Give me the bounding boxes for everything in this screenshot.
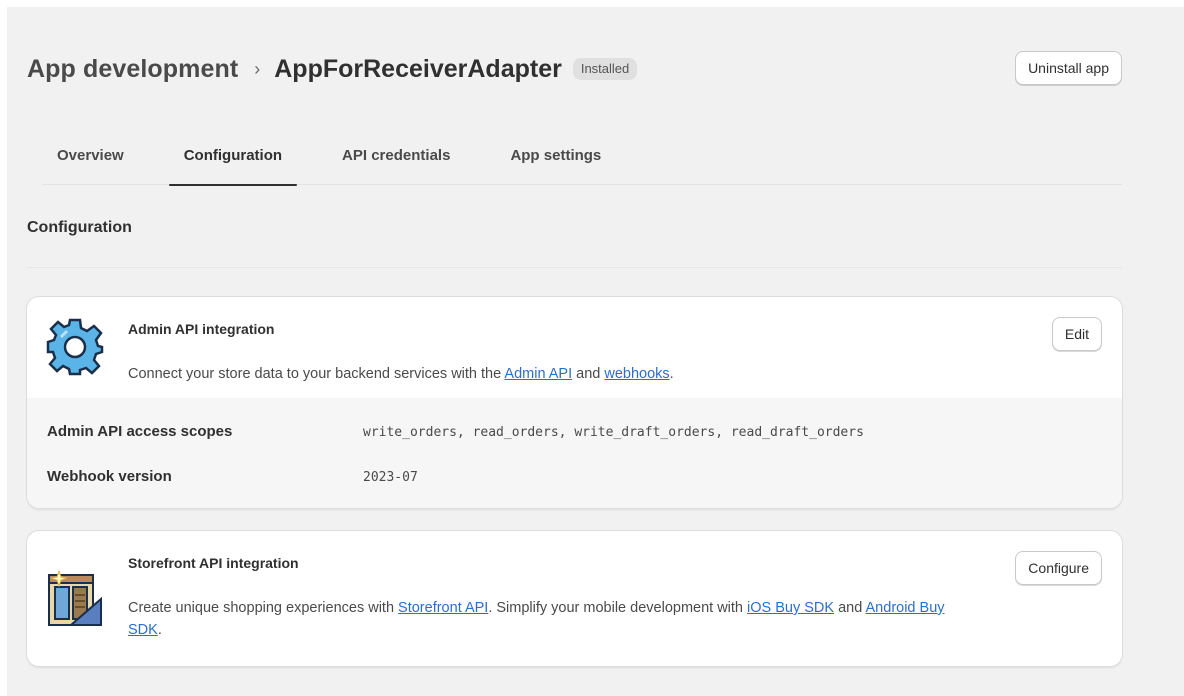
tab-app-settings[interactable]: App settings (495, 137, 616, 185)
gear-icon (45, 317, 105, 377)
admin-api-details: Admin API access scopes write_orders, re… (27, 398, 1122, 508)
configure-button[interactable]: Configure (1015, 551, 1102, 585)
page-header: App development › AppForReceiverAdapter … (27, 51, 1122, 87)
storefront-api-card: Storefront API integration Create unique… (27, 531, 1122, 666)
app-page: App development › AppForReceiverAdapter … (7, 7, 1184, 696)
storefront-api-title: Storefront API integration (128, 555, 299, 571)
page-title: AppForReceiverAdapter (274, 54, 562, 83)
storefront-api-description: Create unique shopping experiences with … (128, 597, 952, 641)
storefront-desc-mid: . Simplify your mobile development with (488, 600, 748, 616)
section-divider (27, 267, 1122, 268)
storefront-desc-suffix: . (157, 622, 162, 638)
storefront-desc-and: and (834, 600, 866, 616)
uninstall-app-button[interactable]: Uninstall app (1015, 51, 1122, 85)
admin-desc-prefix: Connect your store data to your backend … (128, 366, 505, 382)
admin-api-card: Admin API integration Connect your store… (27, 297, 1122, 508)
storefront-building-icon (45, 569, 105, 629)
storefront-desc-prefix: Create unique shopping experiences with (128, 600, 399, 616)
webhooks-link[interactable]: webhooks (604, 366, 669, 382)
webhook-version-value: 2023-07 (363, 470, 418, 485)
ios-buy-sdk-link[interactable]: iOS Buy SDK (747, 600, 834, 616)
storefront-api-link[interactable]: Storefront API (398, 600, 488, 616)
admin-api-link[interactable]: Admin API (504, 366, 572, 382)
scopes-label: Admin API access scopes (47, 423, 233, 440)
status-badge: Installed (572, 58, 638, 80)
edit-button[interactable]: Edit (1051, 317, 1102, 351)
breadcrumb-separator-icon: › (254, 58, 261, 79)
admin-desc-and: and (572, 366, 605, 382)
tab-bar: Overview Configuration API credentials A… (42, 137, 1122, 186)
webhook-version-label: Webhook version (47, 468, 172, 485)
tab-api-credentials[interactable]: API credentials (327, 137, 465, 185)
breadcrumb-app-development[interactable]: App development (27, 55, 238, 84)
tab-overview[interactable]: Overview (42, 137, 139, 185)
section-title: Configuration (27, 219, 132, 236)
tab-configuration[interactable]: Configuration (168, 137, 298, 186)
admin-api-description: Connect your store data to your backend … (128, 363, 962, 385)
scopes-value: write_orders, read_orders, write_draft_o… (363, 425, 864, 440)
admin-api-title: Admin API integration (128, 321, 275, 337)
admin-desc-suffix: . (669, 366, 674, 382)
